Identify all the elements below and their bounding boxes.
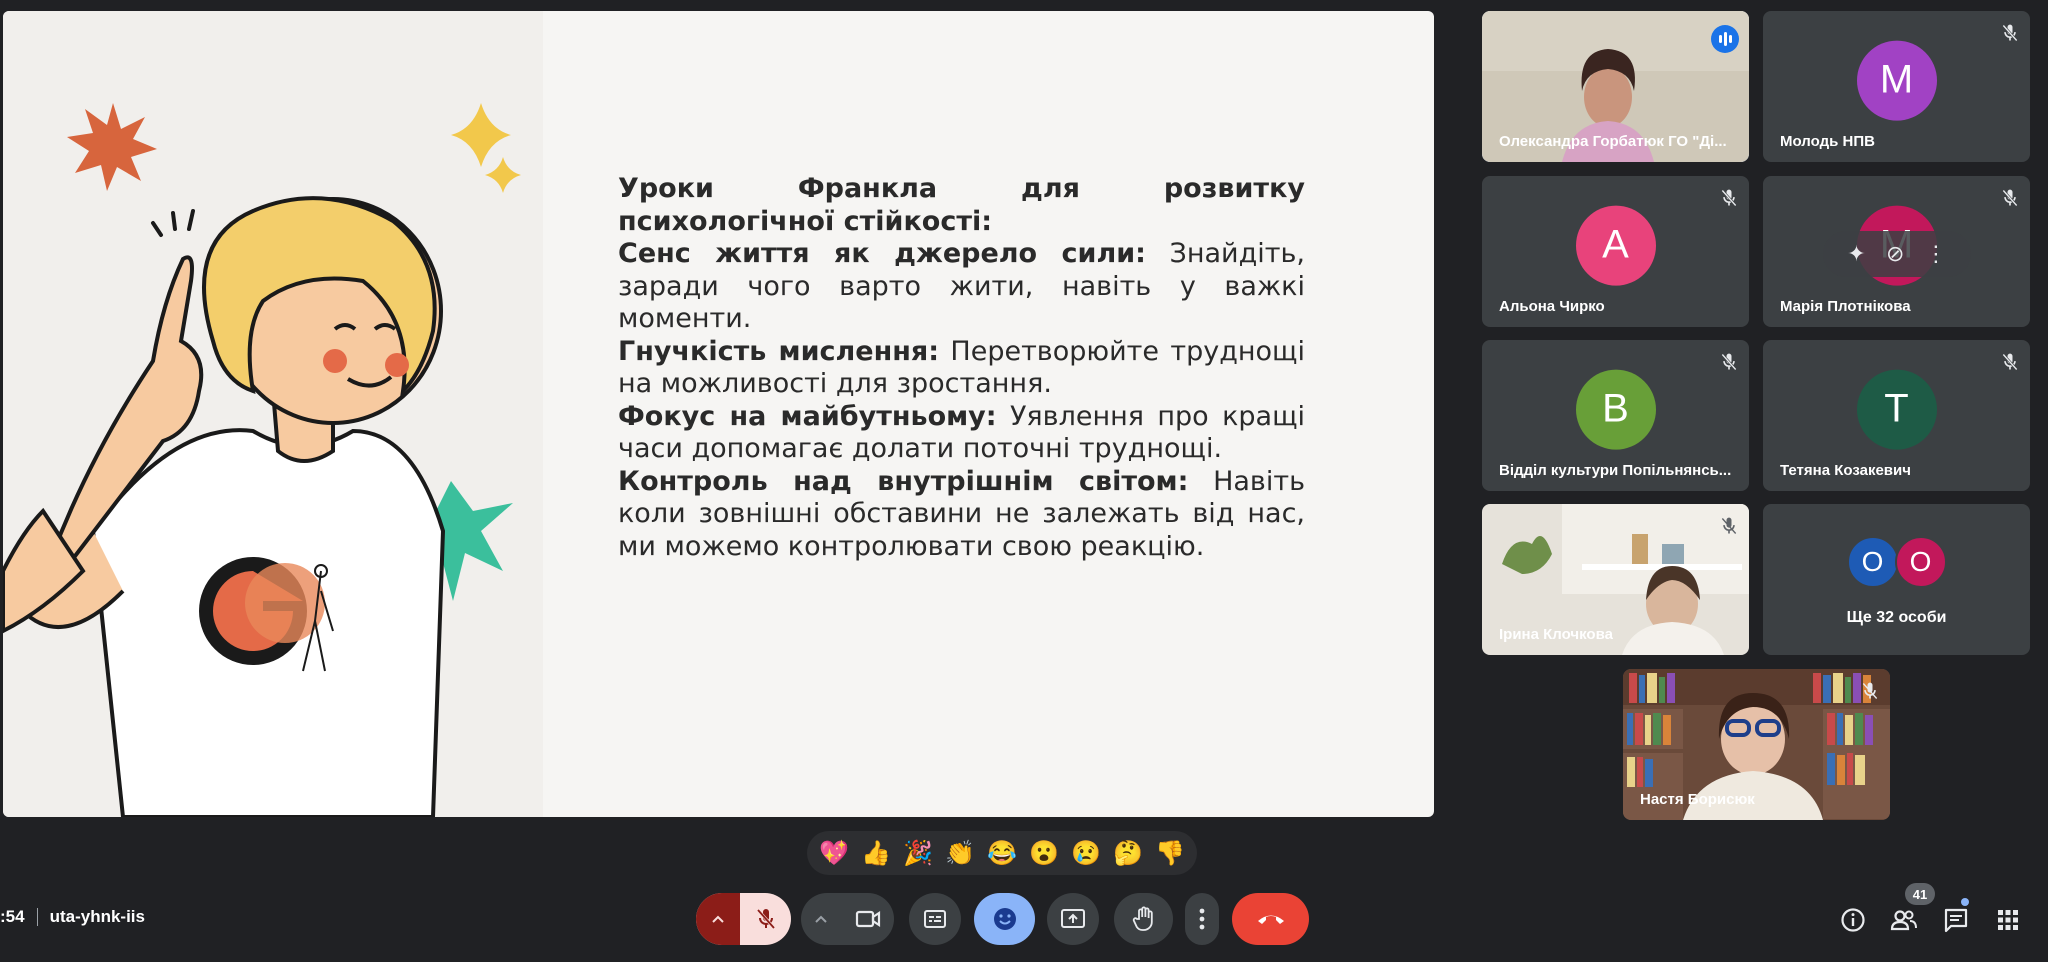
present-screen-icon <box>1061 909 1085 928</box>
others-avatars: О О <box>1846 536 1947 588</box>
slide-title: Уроки Франкла для розвитку психологічної… <box>618 173 1305 237</box>
participant-name: Тетяна Козакевич <box>1780 462 1911 479</box>
sparkle-icon <box>451 103 511 167</box>
present-screen-button[interactable] <box>1047 893 1099 945</box>
slide-point-3: Фокус на майбутньому: Уявлення про кращі… <box>618 400 1306 465</box>
more-options-button[interactable] <box>1185 893 1219 945</box>
info-icon <box>1841 908 1865 932</box>
orange-star-icon <box>67 103 157 191</box>
self-tile[interactable]: Настя Борисюк <box>1623 669 1890 820</box>
more-options-icon[interactable]: ⋮ <box>1925 241 1947 267</box>
mute-icon[interactable]: ⊘ <box>1886 241 1904 267</box>
mic-options-button[interactable] <box>696 893 740 945</box>
apps-grid-icon <box>1998 910 2018 930</box>
avatar: Т <box>1856 369 1937 450</box>
avatar: В <box>1575 369 1656 450</box>
mic-off-icon <box>756 909 775 929</box>
chevron-up-icon <box>815 915 827 923</box>
slide-point-1: Сенс життя як джерело сили: Знайдіть, за… <box>618 238 1305 334</box>
reaction-surprised[interactable]: 😮 <box>1029 839 1059 868</box>
reaction-thumbs-up[interactable]: 👍 <box>861 839 891 868</box>
slide-illustration <box>3 103 521 817</box>
emoji-reactions-button[interactable] <box>974 893 1035 945</box>
mic-off-icon <box>1721 517 1737 534</box>
others-count-label: Ще 32 особи <box>1846 609 1947 626</box>
speaking-indicator-icon <box>1711 25 1739 53</box>
participant-tile[interactable]: M ✦ ⊘ ⋮ Марія Плотнікова <box>1763 176 2030 327</box>
camera-control-group <box>801 893 894 945</box>
camera-toggle-button[interactable] <box>841 909 894 929</box>
people-button[interactable] <box>1889 905 1919 935</box>
captions-icon <box>924 910 946 928</box>
hang-up-icon <box>1257 915 1284 924</box>
tile-hover-actions: ✦ ⊘ ⋮ <box>1823 231 1971 277</box>
more-vert-icon <box>1199 908 1205 930</box>
mic-toggle-button[interactable] <box>740 907 791 931</box>
avatar: О <box>1846 536 1899 588</box>
meeting-details-button[interactable] <box>1838 905 1868 935</box>
raise-hand-icon <box>1132 906 1153 931</box>
reaction-thinking[interactable]: 🤔 <box>1113 839 1143 868</box>
mic-off-icon <box>2002 353 2018 371</box>
mic-control-group <box>696 893 791 945</box>
reaction-heart[interactable]: 💖 <box>819 839 849 868</box>
participant-name: Альона Чирко <box>1499 298 1605 315</box>
reactions-bar: 💖 👍 🎉 👏 😂 😮 😢 🤔 👎 <box>807 831 1197 875</box>
pin-icon[interactable]: ✦ <box>1847 241 1865 267</box>
mic-off-icon <box>2002 189 2018 207</box>
others-tile[interactable]: О О Ще 32 особи <box>1763 504 2030 655</box>
camera-options-button[interactable] <box>801 914 841 924</box>
reaction-clap[interactable]: 👏 <box>945 839 975 868</box>
divider <box>36 908 38 926</box>
meeting-info: :54 uta-yhnk-iis <box>0 907 145 927</box>
emoji-smile-icon <box>993 908 1016 930</box>
reaction-laugh[interactable]: 😂 <box>987 839 1017 868</box>
chat-button[interactable] <box>1941 905 1971 935</box>
avatar: А <box>1575 205 1656 286</box>
participant-tile[interactable]: Олександра Горбатюк ГО "Ді... <box>1482 11 1749 162</box>
participant-tile[interactable]: Ірина Клочкова <box>1482 504 1749 655</box>
participant-name: Ірина Клочкова <box>1499 626 1613 643</box>
participant-name: Олександра Горбатюк ГО "Ді... <box>1499 133 1727 150</box>
slide-text: Уроки Франкла для розвитку психологічної… <box>618 173 1305 563</box>
presentation-slide: Уроки Франкла для розвитку психологічної… <box>3 11 1434 817</box>
reaction-party[interactable]: 🎉 <box>903 839 933 868</box>
people-icon <box>1890 910 1917 931</box>
participant-name: Відділ культури Попільнянсь... <box>1499 462 1732 479</box>
avatar: О <box>1894 536 1947 588</box>
slide-point-4: Контроль над внутрішнім світом: Навіть к… <box>618 465 1305 562</box>
slide-point-2: Гнучкість мислення: Перетворюйте труднощ… <box>618 335 1305 400</box>
mic-off-icon <box>1721 189 1737 207</box>
mic-off-icon <box>1721 353 1737 371</box>
chevron-up-icon <box>712 915 724 923</box>
avatar: M <box>1856 40 1937 121</box>
leave-call-button[interactable] <box>1232 893 1309 945</box>
participant-name: Настя Борисюк <box>1640 791 1755 808</box>
chat-icon <box>1944 908 1968 933</box>
mic-off-icon <box>1862 682 1878 699</box>
participant-tile[interactable]: В Відділ культури Попільнянсь... <box>1482 340 1749 491</box>
video-camera-icon <box>855 910 880 928</box>
raise-hand-button[interactable] <box>1114 893 1173 945</box>
reaction-sad[interactable]: 😢 <box>1071 839 1101 868</box>
participant-tile[interactable]: А Альона Чирко <box>1482 176 1749 327</box>
meeting-time: :54 <box>0 907 25 926</box>
people-count-badge: 41 <box>1905 883 1935 905</box>
participant-name: Марія Плотнікова <box>1780 298 1911 315</box>
captions-button[interactable] <box>909 893 961 945</box>
participant-name: Молодь НПВ <box>1780 133 1875 150</box>
reaction-thumbs-down[interactable]: 👎 <box>1155 839 1185 868</box>
participant-tile[interactable]: M Молодь НПВ <box>1763 11 2030 162</box>
mic-off-icon <box>2002 24 2018 42</box>
meeting-code: uta-yhnk-iis <box>49 907 145 926</box>
participant-tile[interactable]: Т Тетяна Козакевич <box>1763 340 2030 491</box>
activities-button[interactable] <box>1993 905 2023 935</box>
